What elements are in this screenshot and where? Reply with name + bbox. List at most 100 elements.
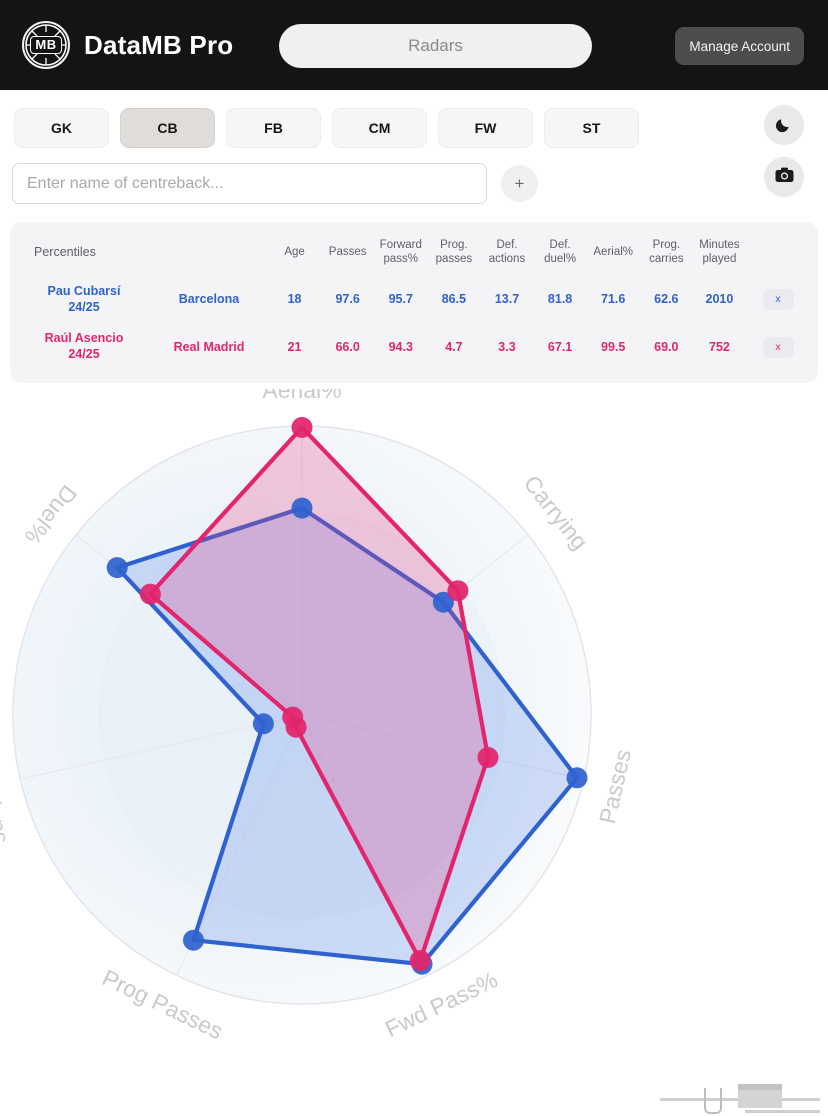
percentiles-table-card: Percentiles Age Passes Forward pass% Pro… (10, 222, 818, 383)
table-body: Pau Cubarsí 24/25 Barcelona 18 97.6 95.7… (18, 276, 810, 371)
radar-point-s1-aerial (291, 497, 313, 519)
col-header-passes: Passes (328, 245, 367, 258)
moon-icon (774, 114, 794, 137)
app-root: MB DataMB Pro Radars Manage Account GK C… (0, 0, 828, 1116)
position-tab-fw[interactable]: FW (438, 108, 533, 148)
cell-minutes-played: 2010 (705, 292, 734, 307)
col-header-prog-carries: Prog. carries (640, 230, 693, 276)
cell-prog-passes: 86.5 (441, 292, 467, 307)
player-name-cell[interactable]: Raúl Asencio 24/25 (18, 323, 150, 370)
col-header-percentiles: Percentiles (34, 245, 96, 260)
position-tab-cm[interactable]: CM (332, 108, 427, 148)
manage-account-button[interactable]: Manage Account (675, 27, 804, 65)
theme-toggle-button[interactable] (764, 105, 804, 145)
cell-forward-pass-pct: 95.7 (388, 292, 413, 307)
remove-player-button[interactable]: x (762, 336, 794, 358)
col-header-line1: Prog. (652, 239, 681, 251)
wm-shape-u (704, 1088, 722, 1114)
col-header-line2: pass% (383, 252, 419, 265)
brand: MB DataMB Pro (22, 21, 233, 69)
table-header: Percentiles Age Passes Forward pass% Pro… (18, 230, 810, 276)
position-tab-st[interactable]: ST (544, 108, 639, 148)
col-header-line2: actions (488, 252, 526, 265)
col-header-line1: Prog. (440, 239, 468, 251)
position-tab-label: GK (51, 120, 72, 136)
player-team: Real Madrid (173, 339, 245, 354)
position-tab-label: FB (264, 120, 283, 136)
radar-point-s2-carrying (447, 579, 469, 601)
player-name: Raúl Asencio (44, 331, 124, 346)
player-name: Pau Cubarsí (47, 284, 121, 299)
position-tab-label: FW (474, 120, 497, 136)
remove-player-button[interactable]: x (762, 289, 794, 311)
radar-axis-label-defactions: Def Actions (0, 726, 15, 845)
col-header-line1: Def. (549, 239, 571, 251)
position-tab-label: CB (157, 120, 178, 136)
percentiles-table: Percentiles Age Passes Forward pass% Pro… (18, 230, 810, 371)
col-header-forward-pass-pct: Forward pass% (374, 230, 427, 276)
cell-age: 18 (287, 292, 302, 307)
cell-def-duel-pct: 81.8 (547, 292, 573, 307)
cell-passes: 66.0 (335, 339, 360, 354)
player-team: Barcelona (178, 292, 240, 307)
col-header-line2: carries (649, 252, 684, 265)
cell-prog-carries: 62.6 (654, 292, 679, 307)
radar-axis-label-aerial: Aerial% (262, 389, 341, 403)
cell-prog-carries: 69.0 (654, 339, 679, 354)
table-header-row: Percentiles Age Passes Forward pass% Pro… (18, 230, 810, 276)
col-header-line1: Forward (379, 239, 422, 251)
player-search-row: + (0, 148, 828, 204)
col-header-age: Age (284, 245, 305, 258)
position-tabs: GK CB FB CM FW ST (0, 90, 828, 148)
cell-def-actions: 3.3 (498, 339, 516, 354)
radar-point-s2-duel (139, 583, 161, 605)
col-header-prog-passes: Prog. passes (427, 230, 480, 276)
radar-point-s1-progpasses (183, 929, 204, 951)
position-tab-label: CM (368, 120, 391, 136)
player-season: 24/25 (68, 347, 100, 361)
radar-point-s1-defactions (252, 712, 274, 734)
radar-point-s1-passes (566, 766, 588, 788)
cell-minutes-played: 752 (709, 339, 730, 354)
col-header-def-actions: Def. actions (480, 230, 533, 276)
radar-point-s1-duel (106, 556, 128, 578)
search-input[interactable] (12, 163, 487, 204)
player-season: 24/25 (68, 299, 100, 314)
logo-text: MB (30, 36, 62, 54)
position-tab-cb[interactable]: CB (120, 108, 215, 148)
col-header-def-duel-pct: Def. duel% (534, 230, 587, 276)
col-header-team (150, 230, 268, 276)
position-tab-fb[interactable]: FB (226, 108, 321, 148)
radar-point-s2-defactions (282, 706, 304, 728)
cell-remove: x (746, 323, 810, 370)
page-title-pill[interactable]: Radars (279, 24, 592, 68)
camera-icon (774, 165, 795, 189)
radar-point-s2-passes (477, 746, 499, 768)
col-header-line1: Minutes (699, 239, 740, 251)
table-row: Raúl Asencio 24/25 Real Madrid 21 66.0 9… (18, 323, 810, 370)
position-tab-gk[interactable]: GK (14, 108, 109, 148)
cell-def-duel-pct: 67.1 (547, 339, 573, 354)
radar-point-s2-aerial (291, 416, 313, 438)
football-ball-icon: MB (22, 21, 70, 69)
cell-aerial-pct: 71.6 (601, 292, 626, 307)
app-header: MB DataMB Pro Radars Manage Account (0, 0, 828, 90)
table-row: Pau Cubarsí 24/25 Barcelona 18 97.6 95.7… (18, 276, 810, 323)
col-header-minutes-played: Minutes played (693, 230, 746, 276)
cell-def-actions: 13.7 (494, 292, 520, 307)
col-header-line2: duel% (544, 252, 577, 265)
radar-svg: Aerial%CarryingPassesFwd Pass%Prog Passe… (0, 389, 636, 1044)
cell-passes: 97.6 (335, 292, 360, 307)
radar-chart: Aerial% Carrying Passes Fwd Pass% Prog Passe… (0, 389, 828, 1089)
col-header-remove (746, 230, 810, 276)
col-header-line1: Def. (496, 239, 518, 251)
add-player-button[interactable]: + (501, 165, 538, 202)
col-header-line2: played (702, 252, 737, 265)
screenshot-button[interactable] (764, 157, 804, 197)
radar-point-s2-fwdpass (409, 949, 431, 971)
player-name-cell[interactable]: Pau Cubarsí 24/25 (18, 276, 150, 323)
radar-axis-label-passes: Passes (594, 746, 636, 825)
wm-line-2 (745, 1110, 820, 1113)
cell-aerial-pct: 99.5 (601, 339, 626, 354)
col-header-line2: passes (435, 252, 473, 265)
